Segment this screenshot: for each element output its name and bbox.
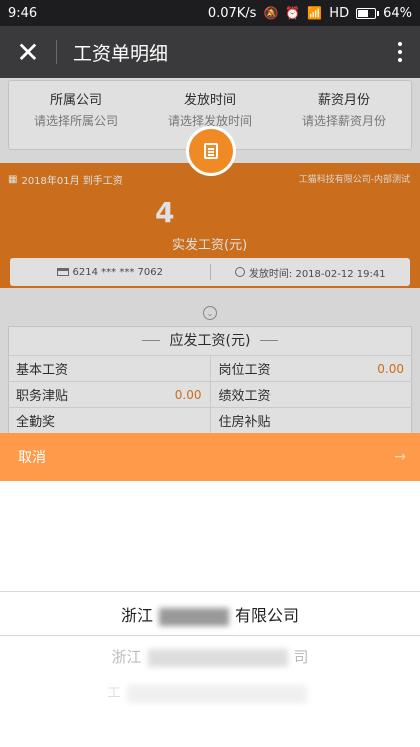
battery-icon [356, 7, 380, 19]
picker-option[interactable]: 浙江 司 [0, 646, 420, 667]
status-time: 9:46 [8, 5, 38, 21]
page-title: 工资单明细 [73, 42, 169, 65]
picker-selection-line [0, 635, 420, 636]
picker-option-selected[interactable]: 浙江 有限公司 [0, 602, 420, 626]
picker-confirm-button[interactable]: → [394, 449, 406, 465]
option-text: 浙江 [111, 648, 142, 666]
picker-toolbar: 取消 → [0, 433, 420, 481]
more-menu-button[interactable] [380, 42, 420, 62]
redacted-block [126, 684, 307, 703]
option-text: 有限公司 [235, 606, 300, 625]
option-text: 司 [293, 648, 309, 666]
picker-cancel-button[interactable]: 取消 [18, 447, 46, 467]
wifi-icon: 📶 [307, 6, 323, 20]
picker-selection-line [0, 591, 420, 592]
document-icon [204, 143, 218, 159]
redacted-block [147, 648, 288, 667]
payslip-fab-button[interactable] [186, 126, 236, 176]
network-speed: 0.07K/s [207, 5, 257, 21]
mute-icon: 🔕 [263, 6, 279, 20]
option-text: 工 [107, 686, 121, 701]
redacted-block [159, 607, 229, 626]
picker-option[interactable]: 工 [0, 682, 420, 703]
close-button[interactable]: ✕ [0, 26, 56, 78]
alarm-icon: ⏰ [285, 6, 301, 20]
network-type: HD [329, 5, 350, 21]
nav-bar: ✕ 工资单明细 [0, 26, 420, 78]
option-text: 浙江 [120, 606, 153, 625]
battery-percent: 64% [383, 5, 412, 21]
nav-divider [56, 40, 57, 64]
status-bar: 9:46 0.07K/s 🔕 ⏰ 📶 HD 64% [0, 0, 420, 26]
